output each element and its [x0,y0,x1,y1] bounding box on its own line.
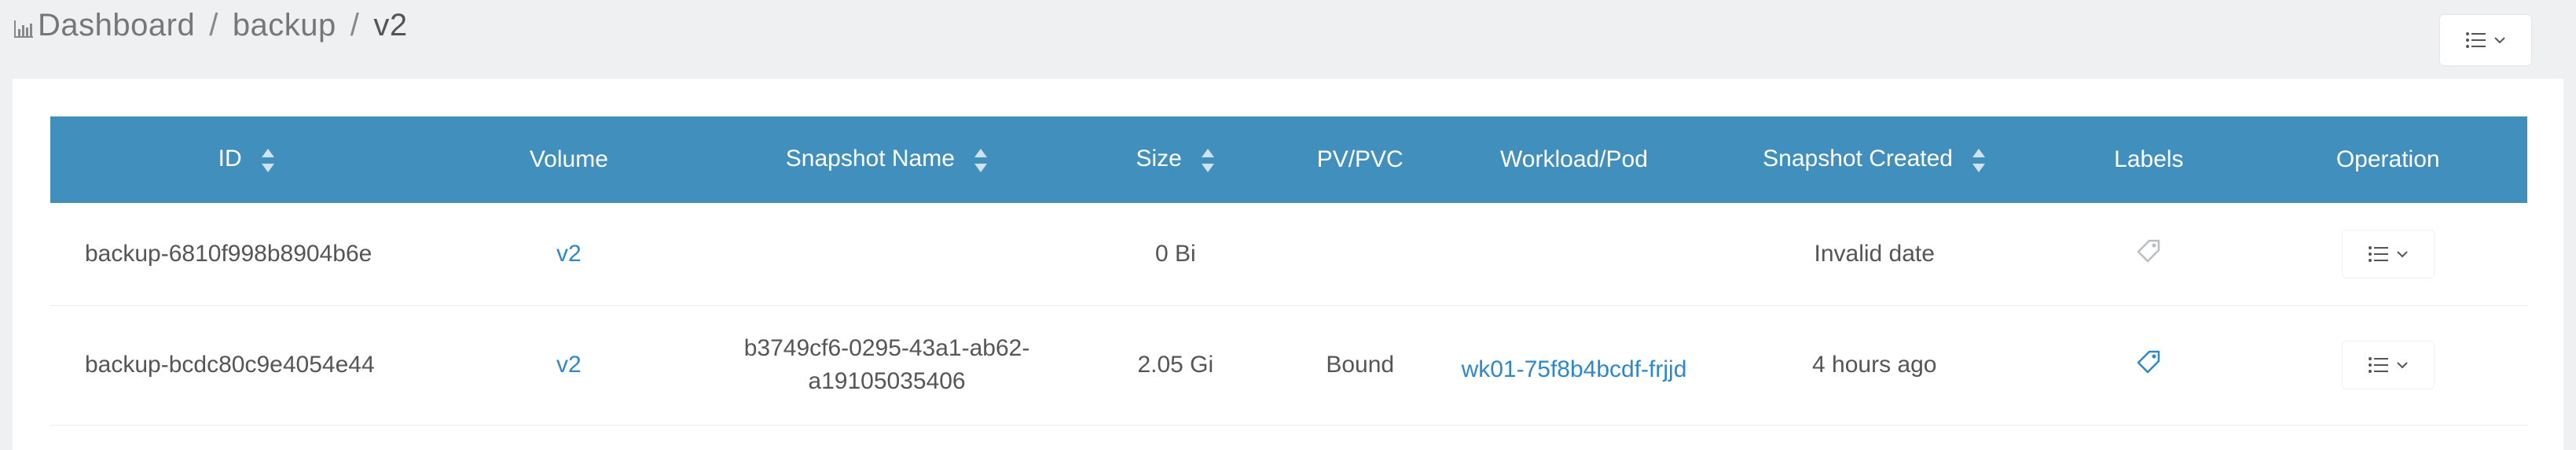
column-header-operation: Operation [2336,146,2440,172]
breadcrumb: Dashboard / backup / v2 [13,8,408,43]
chevron-down-icon [2396,251,2408,258]
volume-link[interactable]: v2 [556,241,582,267]
tag-icon[interactable] [2135,349,2162,375]
row-actions-dropdown-button[interactable] [2341,341,2435,389]
size-cell: 0 Bi [1079,203,1272,306]
breadcrumb-separator: / [209,8,218,42]
labels-cell [2049,305,2249,426]
volume-link[interactable]: v2 [556,352,582,378]
snapshot-name-cell [695,203,1080,306]
column-header-pv-pvc: PV/PVC [1316,146,1404,172]
list-icon [2368,245,2388,262]
sort-icon[interactable] [1972,147,1986,174]
column-header-snapshot-created[interactable]: Snapshot Created [1700,116,2049,203]
chevron-down-icon [2396,362,2408,369]
column-header-size[interactable]: Size [1079,116,1272,203]
snapshot-name-cell: b3749cf6-0295-43a1-ab62- a19105035406 [695,305,1080,426]
backup-table: ID Volume Snapshot Name Size PV/PVC Work… [50,116,2527,426]
tag-icon[interactable] [2135,238,2162,264]
table-row: backup-bcdc80c9e4054e44 v2 b3749cf6-0295… [50,305,2527,426]
breadcrumb-dashboard[interactable]: Dashboard [38,8,195,43]
list-icon [2466,32,2486,48]
workload-cell: wk01-75f8b4bcdf-frjjd [1448,305,1701,426]
operation-cell [2248,203,2527,306]
volume-cell: v2 [442,305,695,426]
top-bar: Dashboard / backup / v2 [0,0,2576,79]
column-header-id[interactable]: ID [50,116,443,203]
pv-pvc-cell: Bound [1271,305,1448,426]
backup-id: backup-bcdc80c9e4054e44 [50,305,443,426]
table-header-row: ID Volume Snapshot Name Size PV/PVC Work… [50,116,2527,203]
chevron-down-icon [2494,37,2505,44]
size-cell: 2.05 Gi [1079,305,1272,426]
breadcrumb-current: v2 [373,8,408,42]
column-header-labels: Labels [2114,146,2184,172]
workload-link[interactable]: wk01-75f8b4bcdf-frjjd [1462,356,1687,383]
sort-icon[interactable] [1201,147,1215,174]
column-header-workload: Workload/Pod [1500,146,1648,172]
backup-id: backup-6810f998b8904b6e [50,203,443,306]
breadcrumb-backup[interactable]: backup [233,8,336,43]
snapshot-created-cell: Invalid date [1700,203,2049,306]
list-icon [2368,357,2388,373]
breadcrumb-separator: / [350,8,360,42]
volume-cell: v2 [442,203,695,306]
bulk-actions-dropdown-button[interactable] [2439,14,2532,66]
workload-cell [1448,203,1701,306]
snapshot-created-cell: 4 hours ago [1700,305,2049,426]
column-header-volume: Volume [529,146,608,172]
bar-chart-icon [14,20,33,38]
table-row: backup-6810f998b8904b6e v2 0 Bi Invalid … [50,203,2527,306]
column-header-snapshot-name[interactable]: Snapshot Name [695,116,1079,203]
row-actions-dropdown-button[interactable] [2341,229,2435,278]
labels-cell [2049,203,2249,306]
pv-pvc-cell [1271,203,1448,306]
operation-cell [2248,305,2527,426]
sort-icon[interactable] [261,147,275,174]
sort-icon[interactable] [974,147,988,174]
